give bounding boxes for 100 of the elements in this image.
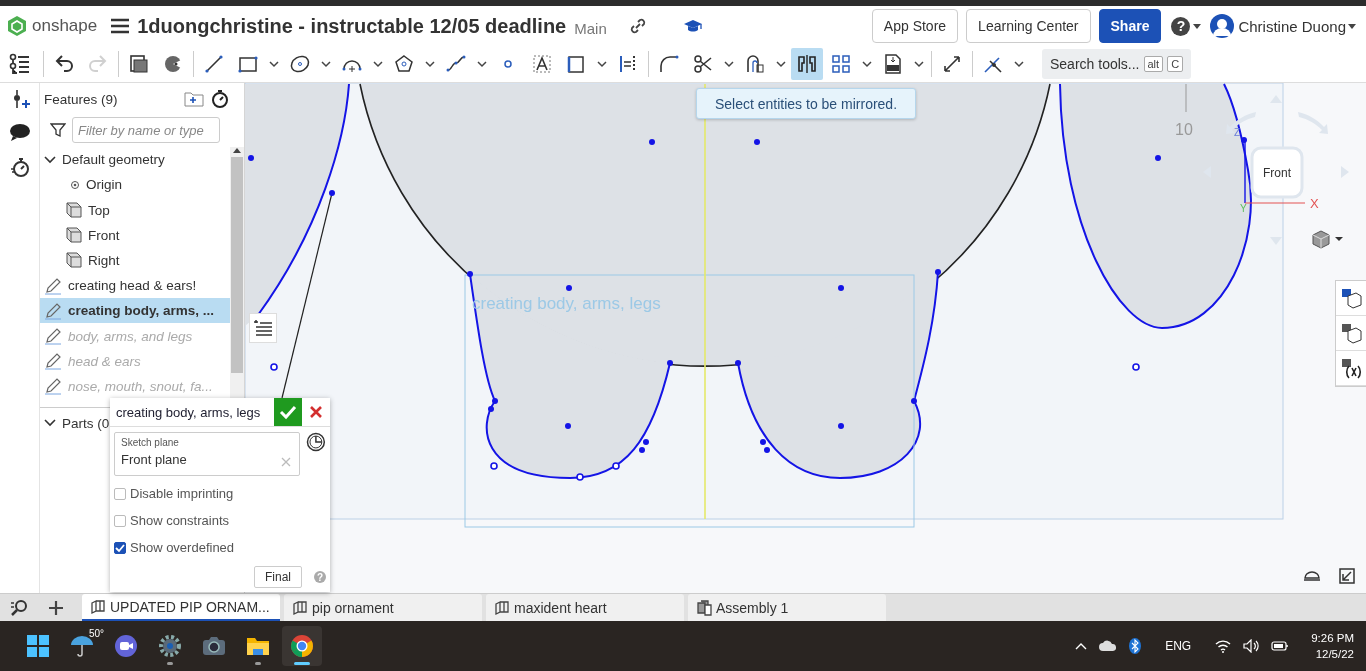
menu-icon[interactable] [111, 18, 130, 34]
sketch-point[interactable] [764, 447, 770, 453]
browser-taskbar-button[interactable] [282, 626, 322, 666]
wifi-icon[interactable] [1215, 639, 1232, 653]
feature-item[interactable]: Right [40, 247, 230, 273]
leg-shape[interactable] [737, 271, 939, 479]
bluetooth-icon[interactable] [1129, 638, 1142, 654]
sketch-point[interactable] [649, 139, 655, 145]
sketch-point[interactable] [248, 155, 254, 161]
accept-button[interactable] [274, 398, 302, 426]
speaker-icon[interactable] [1243, 639, 1260, 653]
search-tabs-icon[interactable] [10, 598, 30, 617]
scrollbar[interactable] [230, 147, 244, 399]
document-tab[interactable]: pip ornament [284, 594, 482, 621]
browser-icon[interactable] [289, 633, 315, 659]
filter-icon[interactable] [50, 122, 66, 138]
feature-item[interactable]: Front [40, 222, 230, 248]
checkmark-icon[interactable] [279, 403, 297, 421]
caret-icon[interactable] [1192, 21, 1203, 31]
language-indicator[interactable]: ENG [1165, 639, 1192, 653]
sketch-point[interactable] [576, 473, 584, 481]
sketch-point[interactable] [488, 406, 494, 412]
clock-icon[interactable] [306, 432, 326, 452]
feature-item[interactable]: Origin [40, 172, 230, 198]
sketch-point[interactable] [467, 271, 473, 277]
sketch-point[interactable] [643, 439, 649, 445]
sketch-point[interactable] [270, 363, 278, 371]
checkbox[interactable] [114, 541, 126, 554]
checkbox-label[interactable]: Show overdefined [130, 540, 235, 555]
zoom-fit-icon[interactable] [1339, 568, 1355, 584]
checkbox[interactable] [114, 487, 126, 500]
cloud-icon[interactable] [1099, 640, 1118, 652]
final-button[interactable]: Final [254, 566, 302, 588]
windows-icon[interactable] [25, 633, 51, 659]
header-button[interactable]: Share [1098, 9, 1162, 43]
umbrella-taskbar-button[interactable]: 50° [62, 626, 102, 666]
document-tab[interactable]: Assembly 1 [688, 594, 886, 621]
filter-field[interactable]: Filter by name or type [72, 117, 220, 143]
scroll-up-icon[interactable] [233, 147, 241, 153]
checkbox-label[interactable]: Disable imprinting [130, 486, 234, 501]
header-button[interactable]: Learning Center [966, 9, 1091, 43]
chevron-icon[interactable] [44, 417, 56, 429]
feature-list-toggle[interactable] [249, 313, 277, 343]
sketch-point[interactable] [667, 360, 673, 366]
sketch-name[interactable]: creating body, arms, legs [110, 404, 274, 420]
user-name[interactable]: Christine Duong [1238, 17, 1346, 35]
chevron-icon[interactable] [44, 153, 56, 166]
feature-list-icon[interactable] [8, 52, 32, 76]
clock-display[interactable]: 9:26 PM 12/5/22 [1311, 630, 1354, 662]
sketch-point[interactable] [735, 360, 741, 366]
sketch-point[interactable] [566, 285, 572, 291]
measure-icon[interactable] [1303, 568, 1321, 582]
feature-item[interactable]: creating body, arms, ... [40, 298, 230, 324]
feature-item[interactable]: Top [40, 197, 230, 223]
sketch-point[interactable] [1155, 155, 1161, 161]
sketch-point[interactable] [838, 285, 844, 291]
sketch-point[interactable] [639, 447, 645, 453]
document-tab[interactable]: maxident heart [486, 594, 684, 621]
branch-name[interactable]: Main [574, 19, 607, 37]
search-tools-button[interactable]: Search tools... alt C [1042, 49, 1192, 79]
view-cube[interactable]: Front [1250, 146, 1304, 199]
sketch-point[interactable] [760, 439, 766, 445]
sketch-point[interactable] [612, 462, 620, 470]
stopwatch-icon[interactable] [210, 89, 230, 109]
ear-shape[interactable] [245, 83, 350, 326]
ear-shape[interactable] [1059, 83, 1252, 329]
sketch-point[interactable] [565, 423, 571, 429]
chevron-up-icon[interactable] [1075, 642, 1088, 650]
sketch-plane-field[interactable]: Sketch plane Front plane [114, 432, 301, 476]
sketch-point[interactable] [935, 269, 941, 275]
list-icon[interactable] [253, 318, 273, 338]
video-chat-icon[interactable] [113, 633, 139, 659]
sketch-point[interactable] [492, 398, 498, 404]
avatar-icon[interactable] [1210, 14, 1235, 38]
rotate-arrows-icon[interactable] [1203, 95, 1349, 245]
sketch-point[interactable] [754, 139, 760, 145]
stopwatch-icon[interactable] [8, 156, 31, 178]
sketch-point[interactable] [490, 462, 498, 470]
link-icon[interactable] [628, 17, 647, 35]
battery-icon[interactable] [1271, 641, 1290, 651]
caret-icon[interactable] [1335, 236, 1343, 242]
header-button[interactable]: App Store [871, 9, 959, 43]
feature-item[interactable]: creating head & ears! [40, 273, 230, 299]
cube-icon[interactable] [1311, 229, 1331, 249]
comment-icon[interactable] [8, 122, 31, 144]
new-folder-icon[interactable] [184, 91, 204, 107]
caret-icon[interactable] [1346, 21, 1358, 31]
checkbox-label[interactable]: Show constraints [130, 513, 229, 528]
add-icon[interactable] [48, 599, 64, 616]
sketch-point[interactable] [1241, 137, 1247, 143]
side-panel-tabs[interactable] [1335, 280, 1366, 387]
close-icon[interactable] [309, 405, 323, 419]
gear-icon[interactable] [157, 633, 183, 659]
sketch-point[interactable] [911, 398, 917, 404]
parts-header[interactable]: Parts (0 [62, 415, 110, 431]
leg-shape[interactable] [469, 273, 671, 479]
sketch-point[interactable] [838, 423, 844, 429]
checkbox[interactable] [114, 514, 126, 527]
sketch-point[interactable] [329, 190, 335, 196]
sketch-point[interactable] [1132, 363, 1140, 371]
